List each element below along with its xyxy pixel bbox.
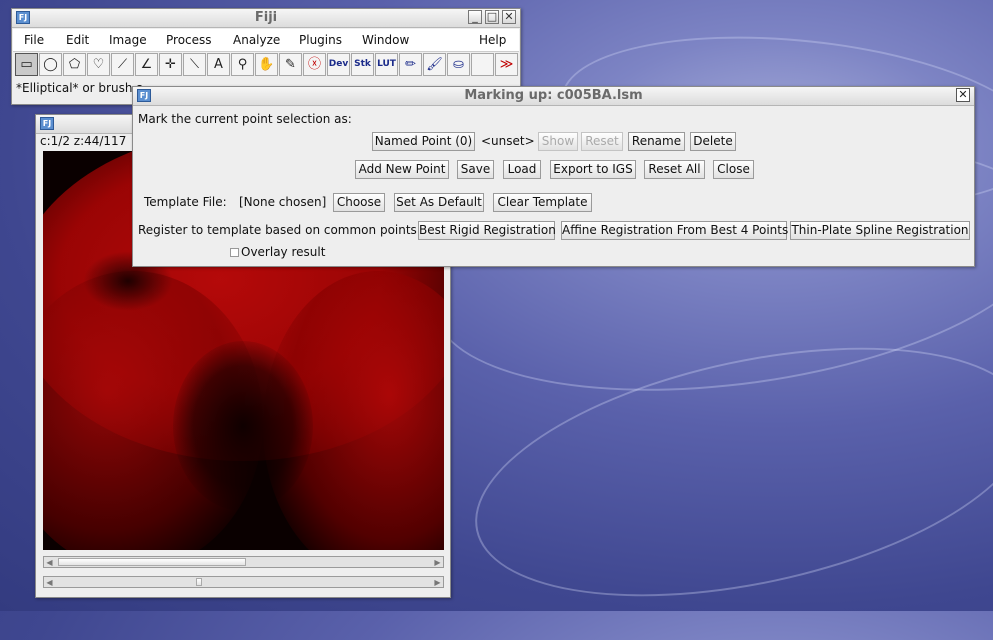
menu-edit[interactable]: Edit xyxy=(66,33,89,47)
empty-slot[interactable] xyxy=(471,53,494,76)
scroll-right-icon[interactable]: ▶ xyxy=(433,558,442,567)
dark-gap xyxy=(173,341,313,511)
overlay-label: Overlay result xyxy=(241,245,326,259)
close-icon[interactable]: ✕ xyxy=(502,10,516,24)
zoom-tool[interactable]: ⚲ xyxy=(231,53,254,76)
stop-tool[interactable]: ⓧ xyxy=(303,53,326,76)
scroll-left-icon[interactable]: ◀ xyxy=(45,578,54,587)
named-point-button[interactable]: Named Point (0) xyxy=(372,132,475,151)
rectangle-tool[interactable]: ▭ xyxy=(15,53,38,76)
oval-tool[interactable]: ◯ xyxy=(39,53,62,76)
markup-dialog: FJ Marking up: c005BA.lsm ✕ Mark the cur… xyxy=(132,86,975,267)
menu-window[interactable]: Window xyxy=(362,33,409,47)
load-button[interactable]: Load xyxy=(503,160,541,179)
menu-plugins[interactable]: Plugins xyxy=(299,33,342,47)
register-label: Register to template based on common poi… xyxy=(138,223,421,237)
image-info: c:1/2 z:44/117 xyxy=(40,134,127,148)
menu-bar: File Edit Image Process Analyze Plugins … xyxy=(13,29,519,52)
delete-button[interactable]: Delete xyxy=(690,132,736,151)
set-default-button[interactable]: Set As Default xyxy=(394,193,484,212)
lut-tool[interactable]: LUT xyxy=(375,53,398,76)
reset-all-button[interactable]: Reset All xyxy=(644,160,705,179)
close-button[interactable]: Close xyxy=(713,160,754,179)
maximize-icon[interactable]: □ xyxy=(485,10,499,24)
unset-label: <unset> xyxy=(481,134,535,148)
scroll-left-icon[interactable]: ◀ xyxy=(45,558,54,567)
affine-registration-button[interactable]: Affine Registration From Best 4 Points xyxy=(561,221,788,240)
menu-analyze[interactable]: Analyze xyxy=(233,33,280,47)
more-tools[interactable]: ≫ xyxy=(495,53,518,76)
mark-label: Mark the current point selection as: xyxy=(138,112,352,126)
close-icon[interactable]: ✕ xyxy=(956,88,970,102)
brush-tool[interactable]: 🖌 xyxy=(423,53,446,76)
add-new-point-button[interactable]: Add New Point xyxy=(355,160,449,179)
reset-button[interactable]: Reset xyxy=(581,132,623,151)
rename-button[interactable]: Rename xyxy=(628,132,685,151)
dialog-titlebar[interactable]: FJ Marking up: c005BA.lsm ✕ xyxy=(133,87,974,106)
thin-plate-spline-button[interactable]: Thin-Plate Spline Registration xyxy=(790,221,970,240)
scroll-right-icon[interactable]: ▶ xyxy=(433,578,442,587)
angle-tool[interactable]: ∠ xyxy=(135,53,158,76)
template-label: Template File: xyxy=(144,195,227,209)
stk-tool[interactable]: Stk xyxy=(351,53,374,76)
scroll-thumb[interactable] xyxy=(58,558,246,566)
freehand-tool[interactable]: ♡ xyxy=(87,53,110,76)
slice-scrollbar[interactable]: ◀ ▶ xyxy=(43,576,444,588)
menu-process[interactable]: Process xyxy=(166,33,212,47)
status-text: *Elliptical* or brush s xyxy=(16,81,143,95)
clear-template-button[interactable]: Clear Template xyxy=(493,193,592,212)
save-button[interactable]: Save xyxy=(457,160,494,179)
desktop-swirl xyxy=(452,303,993,640)
polygon-tool[interactable]: ⬠ xyxy=(63,53,86,76)
flood-fill-tool[interactable]: ⛀ xyxy=(447,53,470,76)
dev-tool[interactable]: Dev xyxy=(327,53,350,76)
template-value: [None chosen] xyxy=(239,195,327,209)
fiji-titlebar[interactable]: FJ Fiji _ □ ✕ xyxy=(12,9,520,28)
dropper-tool[interactable]: ✎ xyxy=(279,53,302,76)
menu-help[interactable]: Help xyxy=(479,33,506,47)
point-tool[interactable]: ✛ xyxy=(159,53,182,76)
best-rigid-button[interactable]: Best Rigid Registration xyxy=(418,221,556,240)
fiji-title: Fiji xyxy=(254,10,278,25)
fiji-app-icon: FJ xyxy=(40,117,54,130)
overlay-checkbox[interactable] xyxy=(230,248,239,257)
wand-tool[interactable]: ⟍ xyxy=(183,53,206,76)
export-igs-button[interactable]: Export to IGS xyxy=(550,160,636,179)
menu-file[interactable]: File xyxy=(24,33,44,47)
show-button[interactable]: Show xyxy=(538,132,578,151)
line-tool[interactable]: ⟋ xyxy=(111,53,134,76)
horizontal-scrollbar[interactable]: ◀ ▶ xyxy=(43,556,444,568)
menu-image[interactable]: Image xyxy=(109,33,147,47)
dialog-title: Marking up: c005BA.lsm xyxy=(464,88,643,103)
pencil-tool[interactable]: ✏ xyxy=(399,53,422,76)
text-tool[interactable]: A xyxy=(207,53,230,76)
slice-thumb[interactable] xyxy=(196,578,202,586)
choose-button[interactable]: Choose xyxy=(333,193,385,212)
toolbar: ▭ ◯ ⬠ ♡ ⟋ ∠ ✛ ⟍ A ⚲ ✋ ✎ ⓧ Dev Stk LUT ✏ 🖌 ⛀ ≫ xyxy=(13,53,519,79)
minimize-icon[interactable]: _ xyxy=(468,10,482,24)
hand-tool[interactable]: ✋ xyxy=(255,53,278,76)
